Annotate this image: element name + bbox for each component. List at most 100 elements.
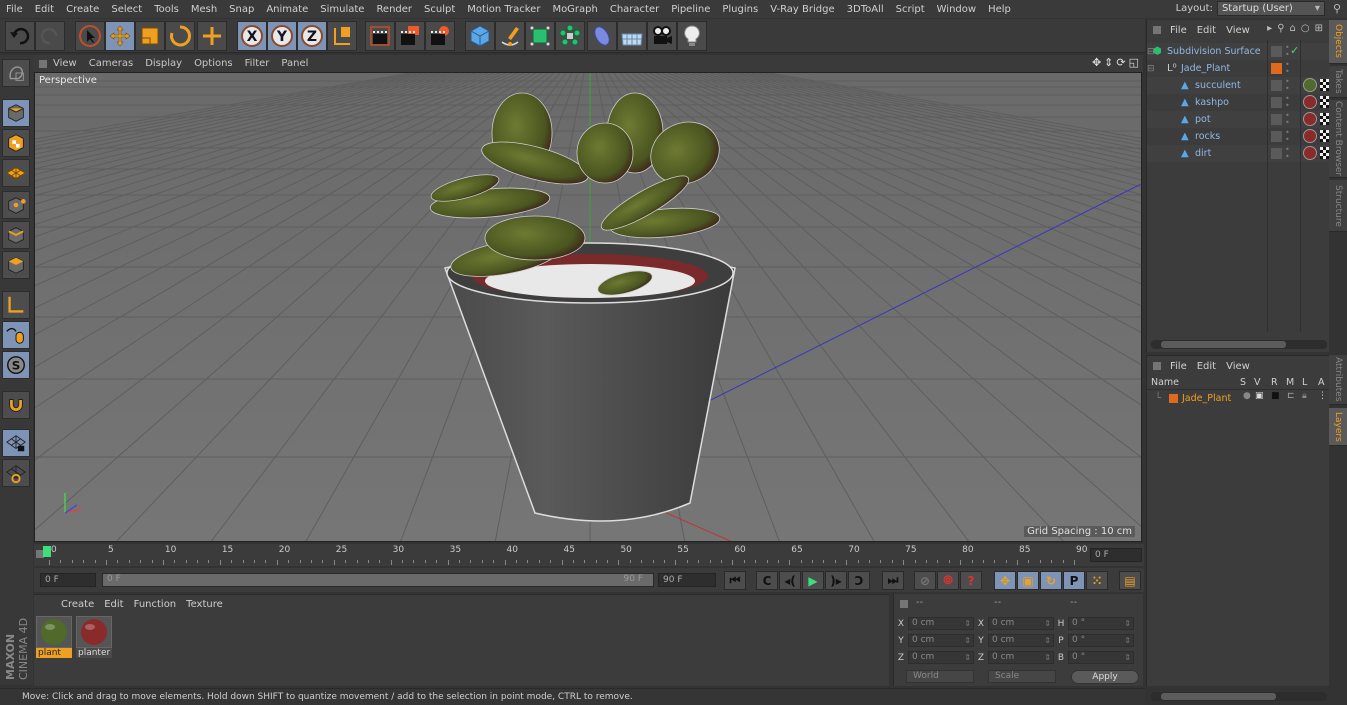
menu-snap[interactable]: Snap: [223, 4, 260, 15]
material-planter[interactable]: planter: [76, 616, 112, 658]
deformer-button[interactable]: [587, 21, 617, 51]
lock-toggle-icon[interactable]: 🔒︎: [1302, 391, 1307, 401]
material-tag[interactable]: [1303, 78, 1317, 92]
home-icon[interactable]: ⌂: [1290, 23, 1296, 34]
menu-pipeline[interactable]: Pipeline: [665, 4, 716, 15]
visibility-dots[interactable]: • •: [1285, 129, 1290, 144]
position-y-field[interactable]: 0 cm: [908, 634, 974, 647]
menu-create[interactable]: Create: [60, 4, 105, 15]
object-row[interactable]: ⊟ L⁰ Jade_Plant • •: [1147, 60, 1330, 77]
start-frame-field[interactable]: 0 F: [40, 573, 96, 587]
layer-column-v[interactable]: V: [1254, 377, 1261, 388]
floor-scene-button[interactable]: [617, 21, 647, 51]
layer-slot[interactable]: [1271, 131, 1282, 142]
end-frame-field[interactable]: 90 F: [658, 573, 716, 587]
size-y-field[interactable]: 0 cm: [988, 634, 1054, 647]
menu-tools[interactable]: Tools: [148, 4, 185, 15]
texture-tag[interactable]: [1320, 96, 1329, 108]
object-row[interactable]: ▲ kashpo • •: [1147, 94, 1330, 111]
coord-mode-dropdown[interactable]: World: [906, 670, 974, 683]
render-settings-button[interactable]: [425, 21, 455, 51]
undo-button[interactable]: [5, 21, 35, 51]
material-tag[interactable]: [1303, 95, 1317, 109]
texture-mode-button[interactable]: [2, 129, 30, 157]
texture-tag[interactable]: [1320, 79, 1329, 91]
material-tag[interactable]: [1303, 129, 1317, 143]
go-to-end-button[interactable]: ⏭: [882, 571, 904, 590]
rotate-button[interactable]: [165, 21, 195, 51]
material-menu-texture[interactable]: Texture: [181, 599, 228, 610]
menu-mograph[interactable]: MoGraph: [546, 4, 603, 15]
layer-slot[interactable]: [1271, 114, 1282, 125]
menu-help[interactable]: Help: [982, 4, 1017, 15]
menu-v-ray-bridge[interactable]: V-Ray Bridge: [764, 4, 840, 15]
menu-script[interactable]: Script: [890, 4, 931, 15]
panel-grip[interactable]: [1153, 362, 1161, 370]
render-view-button[interactable]: [365, 21, 395, 51]
tab-attributes[interactable]: Attributes: [1329, 355, 1347, 405]
material-menu-function[interactable]: Function: [129, 599, 182, 610]
edges-mode-button[interactable]: [2, 221, 30, 249]
object-row[interactable]: ▲ dirt • •: [1147, 145, 1330, 162]
layer-slot[interactable]: [1271, 148, 1282, 159]
tab-content-browser[interactable]: Content Browser: [1329, 100, 1347, 178]
texture-tag[interactable]: [1320, 113, 1329, 125]
material-tag[interactable]: [1303, 112, 1317, 126]
timeline-ruler[interactable]: 0 F 0 5 10 15 20 25 30 35 40 45 50 55 60 65 70 75 80 85 90: [34, 544, 1144, 566]
viewport-menu-view[interactable]: View: [47, 58, 83, 69]
menu-window[interactable]: Window: [931, 4, 982, 15]
new-view-icon[interactable]: ⊞: [1315, 23, 1323, 34]
menu-edit[interactable]: Edit: [29, 4, 60, 15]
manager-toggle-icon[interactable]: ⊏: [1287, 391, 1295, 401]
object-hscrollbar[interactable]: [1151, 340, 1327, 349]
perspective-viewport[interactable]: Perspective Grid Spacing : 10 cm: [34, 72, 1142, 542]
camera-button[interactable]: [647, 21, 677, 51]
coordinate-system-button[interactable]: [327, 21, 357, 51]
object-menu-file[interactable]: File: [1165, 25, 1192, 36]
scale-button[interactable]: [135, 21, 165, 51]
layer-color-swatch[interactable]: [1169, 393, 1178, 403]
layer-column-a[interactable]: A: [1318, 377, 1325, 388]
snap-magnet-button[interactable]: [2, 391, 30, 419]
visibility-dots[interactable]: • •: [1285, 78, 1290, 93]
panel-grip[interactable]: [39, 59, 47, 68]
material-plant[interactable]: plant: [36, 616, 72, 658]
key-rotation-button[interactable]: ↻: [1040, 571, 1062, 590]
material-menu-edit[interactable]: Edit: [99, 599, 128, 610]
tab-objects[interactable]: Objects: [1329, 20, 1347, 64]
search-icon[interactable]: ⚲: [1277, 23, 1284, 34]
points-mode-button[interactable]: [2, 191, 30, 219]
rotation-p-field[interactable]: 0 °: [1068, 634, 1134, 647]
rotation-h-field[interactable]: 0 °: [1068, 617, 1134, 630]
y-axis-lock-button[interactable]: Y: [267, 21, 297, 51]
render-toggle-icon[interactable]: ■: [1271, 391, 1280, 401]
rotation-b-field[interactable]: 0 °: [1068, 651, 1134, 664]
live-selection-button[interactable]: [75, 21, 105, 51]
layer-column-l[interactable]: L: [1302, 377, 1307, 388]
menu-3dtoall[interactable]: 3DToAll: [841, 4, 890, 15]
x-axis-lock-button[interactable]: X: [237, 21, 267, 51]
layer-column-r[interactable]: R: [1271, 377, 1278, 388]
panel-grip[interactable]: [1153, 26, 1161, 34]
layer-slot[interactable]: [1271, 46, 1282, 57]
mograph-cloner-button[interactable]: [555, 21, 585, 51]
next-key-button[interactable]: Ↄ: [848, 571, 870, 590]
render-picture-viewer-button[interactable]: [395, 21, 425, 51]
timeline-window-button[interactable]: ▤: [1119, 571, 1141, 590]
layer-menu-view[interactable]: View: [1221, 361, 1255, 372]
visibility-dots[interactable]: • •: [1285, 61, 1290, 76]
object-menu-edit[interactable]: Edit: [1192, 25, 1221, 36]
panel-grip[interactable]: [900, 600, 908, 608]
viewport-menu-cameras[interactable]: Cameras: [83, 58, 139, 69]
menu-motion-tracker[interactable]: Motion Tracker: [461, 4, 546, 15]
autokey-button[interactable]: ⦾: [937, 571, 959, 590]
subdivision-generator-button[interactable]: [525, 21, 555, 51]
solo-mode-button[interactable]: S: [2, 351, 30, 379]
enable-axis-button[interactable]: [2, 291, 30, 319]
play-button[interactable]: ▶: [802, 571, 824, 590]
tweak-mode-button[interactable]: [2, 321, 30, 349]
size-z-field[interactable]: 0 cm: [988, 651, 1054, 664]
layer-hscrollbar[interactable]: [1151, 692, 1327, 701]
menu-sculpt[interactable]: Sculpt: [418, 4, 461, 15]
menu-animate[interactable]: Animate: [260, 4, 314, 15]
